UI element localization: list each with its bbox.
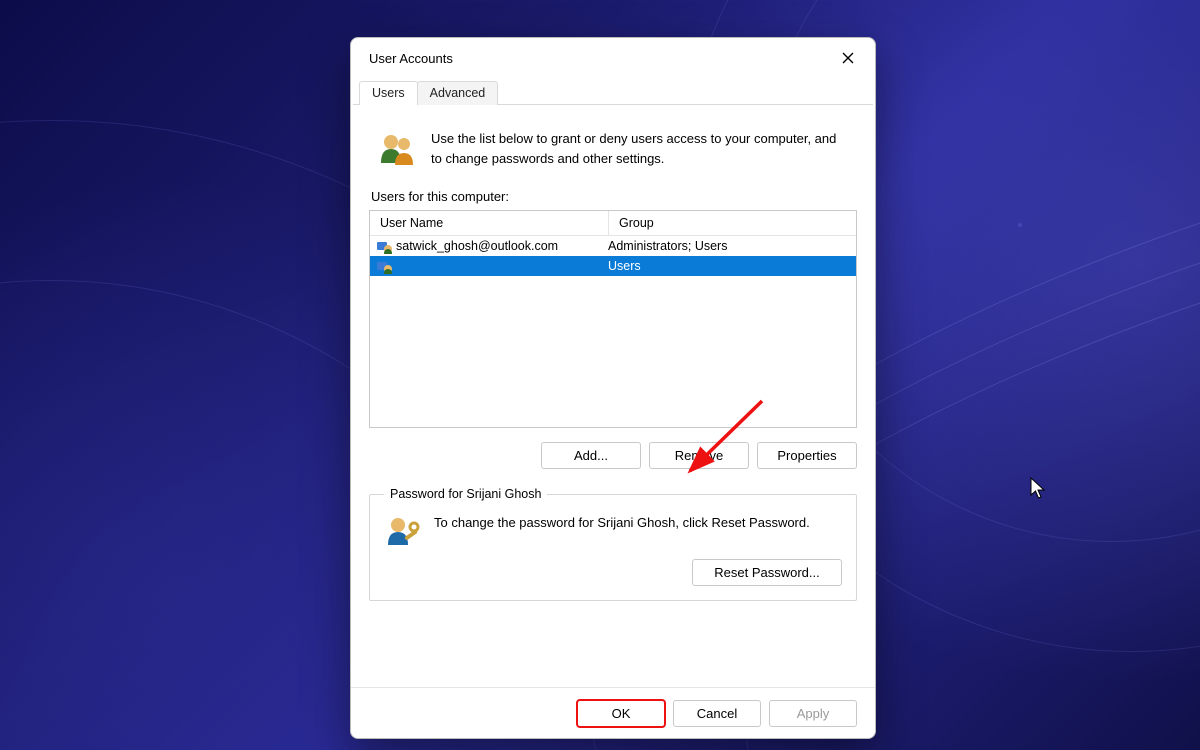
remove-button[interactable]: Remove	[649, 442, 749, 469]
password-text: To change the password for Srijani Ghosh…	[434, 513, 810, 533]
cursor-icon	[1030, 477, 1048, 501]
users-tab-panel: Use the list below to grant or deny user…	[351, 105, 875, 609]
column-header-group[interactable]: Group	[609, 211, 856, 235]
properties-button[interactable]: Properties	[757, 442, 857, 469]
user-group-cell: Administrators; Users	[604, 239, 856, 253]
user-name-cell: satwick_ghosh@outlook.com	[396, 239, 558, 253]
user-icon	[376, 258, 392, 274]
user-row[interactable]: Users	[370, 256, 856, 276]
tabstrip: Users Advanced	[353, 78, 873, 105]
listview-header[interactable]: User Name Group	[370, 211, 856, 236]
user-group-cell: Users	[604, 259, 856, 273]
ok-button[interactable]: OK	[577, 700, 665, 727]
apply-button[interactable]: Apply	[769, 700, 857, 727]
user-icon	[376, 238, 392, 254]
cancel-button[interactable]: Cancel	[673, 700, 761, 727]
close-icon	[842, 52, 854, 64]
column-header-username[interactable]: User Name	[370, 211, 609, 235]
password-legend: Password for Srijani Ghosh	[384, 487, 547, 501]
users-section-label: Users for this computer:	[371, 189, 857, 204]
intro-text: Use the list below to grant or deny user…	[431, 129, 849, 168]
dialog-footer: OK Cancel Apply	[351, 687, 875, 738]
window-title: User Accounts	[369, 51, 825, 66]
close-button[interactable]	[825, 41, 871, 75]
user-row[interactable]: satwick_ghosh@outlook.com Administrators…	[370, 236, 856, 256]
tab-advanced[interactable]: Advanced	[417, 81, 499, 105]
titlebar[interactable]: User Accounts	[351, 38, 875, 78]
reset-password-button[interactable]: Reset Password...	[692, 559, 842, 586]
people-icon	[377, 129, 417, 169]
add-button[interactable]: Add...	[541, 442, 641, 469]
users-listview[interactable]: User Name Group satwick_ghosh@outlook.co…	[369, 210, 857, 428]
user-accounts-dialog: User Accounts Users Advanced Use the lis…	[350, 37, 876, 739]
password-groupbox: Password for Srijani Ghosh To change the…	[369, 487, 857, 601]
tab-users[interactable]: Users	[359, 81, 418, 105]
key-user-icon	[384, 513, 420, 549]
